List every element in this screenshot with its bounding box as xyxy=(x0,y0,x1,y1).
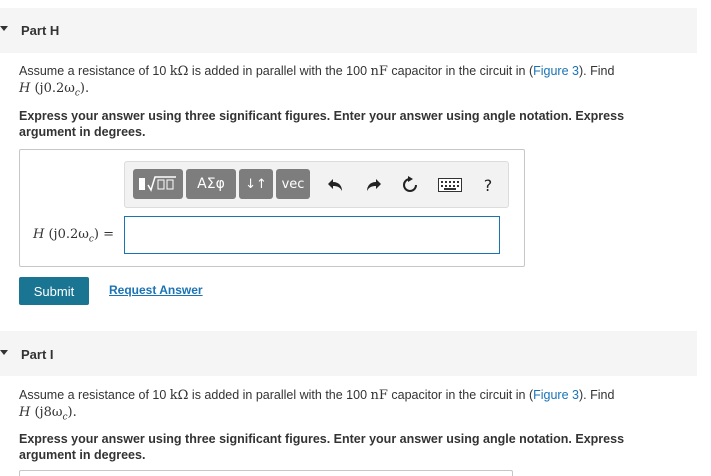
math-toolbar: ΑΣφ ↓↑ vec ? xyxy=(124,161,509,208)
vector-button[interactable]: vec xyxy=(276,169,310,199)
part-h-header[interactable]: Part H xyxy=(0,8,697,53)
radical-template-icon xyxy=(139,176,176,192)
subscript-superscript-button[interactable]: ↓↑ xyxy=(239,169,273,199)
part-i-header[interactable]: Part I xyxy=(0,331,697,376)
answer-label: H (j0.2ωc) = xyxy=(33,227,115,245)
request-answer-link[interactable]: Request Answer xyxy=(109,283,203,297)
unit-nanofarad: nF xyxy=(370,388,388,403)
help-icon[interactable]: ? xyxy=(477,174,499,196)
unit-nanofarad: nF xyxy=(370,64,388,79)
redo-icon[interactable] xyxy=(362,174,384,196)
collapse-caret-icon[interactable] xyxy=(0,350,8,355)
answer-input[interactable] xyxy=(124,216,500,254)
greek-symbols-button[interactable]: ΑΣφ xyxy=(186,169,236,199)
unit-kilo-ohm: kΩ xyxy=(169,388,189,403)
answer-box-partial xyxy=(19,470,513,476)
collapse-caret-icon[interactable] xyxy=(0,26,8,31)
reset-icon[interactable] xyxy=(399,174,421,196)
part-h-problem: Assume a resistance of 10 kΩ is added in… xyxy=(19,64,615,99)
part-i-problem: Assume a resistance of 10 kΩ is added in… xyxy=(19,388,615,423)
answer-box: ΑΣφ ↓↑ vec ? H (j0.2ωc) = xyxy=(19,149,525,267)
part-i-title: Part I xyxy=(21,347,54,362)
figure-3-link[interactable]: Figure 3 xyxy=(533,64,579,78)
part-i-instructions: Express your answer using three signific… xyxy=(19,432,625,462)
unit-kilo-ohm: kΩ xyxy=(169,64,189,79)
part-h-instructions: Express your answer using three signific… xyxy=(19,109,625,139)
templates-button[interactable] xyxy=(133,169,183,199)
expr-function: H xyxy=(19,81,31,96)
keyboard-icon[interactable] xyxy=(437,174,463,196)
undo-icon[interactable] xyxy=(325,174,347,196)
expr-function: H xyxy=(19,405,31,420)
figure-3-link[interactable]: Figure 3 xyxy=(533,388,579,402)
part-h-title: Part H xyxy=(21,23,60,38)
submit-button[interactable]: Submit xyxy=(19,277,89,305)
